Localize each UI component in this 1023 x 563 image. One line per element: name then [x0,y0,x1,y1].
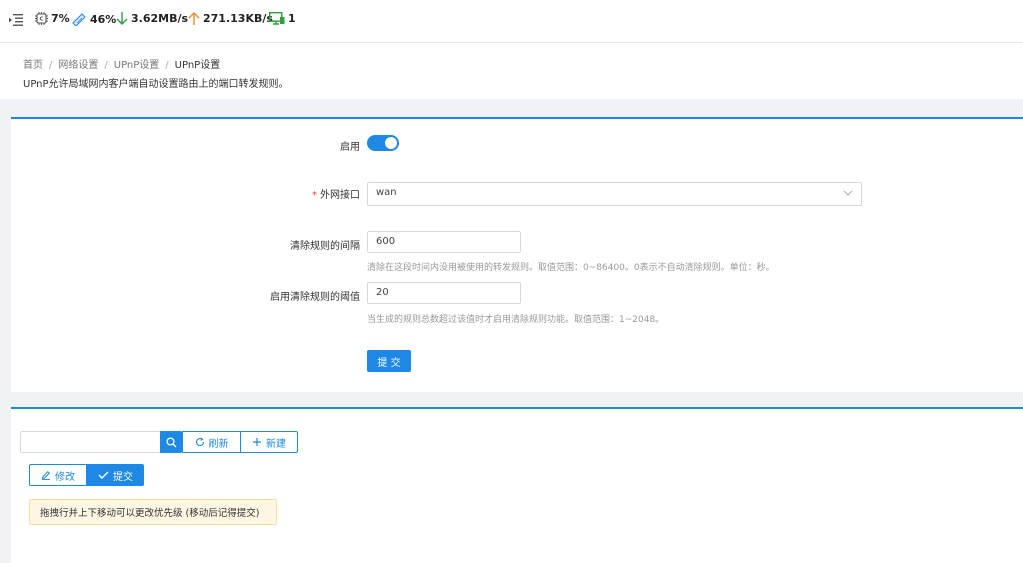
wan-interface-label-text: 外网接口 [320,190,360,201]
cpu-stat: C 7% [35,12,70,25]
search-input[interactable] [20,431,160,453]
breadcrumb-upnp[interactable]: UPnP设置 [114,60,160,71]
edit-icon [41,470,51,480]
cpu-value: 7% [51,12,70,25]
breadcrumb-current: UPnP设置 [174,60,221,71]
wan-interface-value: wan [376,187,397,198]
enable-label: 启用 [340,142,360,153]
plus-icon [253,438,261,446]
edit-label: 修改 [55,471,75,483]
check-icon [98,471,109,479]
submit-button[interactable]: 提 交 [367,350,411,372]
memory-stat: 46% [71,12,116,26]
commit-button[interactable]: 提交 [87,464,144,486]
enable-toggle[interactable] [367,135,399,151]
breadcrumb: 首页 / 网络设置 / UPnP设置 / UPnP设置 [23,60,221,71]
upload-speed: 271.13KB/s [203,12,273,25]
edit-button[interactable]: 修改 [29,464,87,486]
cleanup-threshold-hint: 当生成的规则总数超过该值时才启用清除规则功能。取值范围：1~2048。 [367,315,665,325]
commit-label: 提交 [113,471,133,483]
cleanup-interval-hint: 清除在这段时间内没用被使用的转发规则。取值范围：0~86400。0表示不自动清除… [367,263,775,273]
new-button[interactable]: 新建 [240,431,298,453]
breadcrumb-home[interactable]: 首页 [23,60,43,71]
cleanup-threshold-label: 启用清除规则的阈值 [270,292,360,303]
wan-interface-label: * 外网接口 [312,186,360,201]
breadcrumb-network[interactable]: 网络设置 [58,60,98,71]
new-label: 新建 [266,438,286,450]
cleanup-threshold-input[interactable]: 20 [367,282,521,304]
top-status-bar: C 7% 46% 3.62MB/s 271.13KB/s 1 [0,0,1023,43]
refresh-icon [195,437,204,447]
download-arrow-icon [116,12,128,25]
search-button[interactable] [160,431,182,453]
cpu-icon: C [35,12,48,25]
svg-text:C: C [39,17,43,23]
toggle-knob [385,137,397,149]
download-speed: 3.62MB/s [131,12,189,25]
search-icon [165,436,176,447]
monitor-icon [269,12,285,25]
upnp-rules-panel: 刷新 新建 修改 提交 拖拽行并上下移动可以更改优先级 (移动后记得提交) [11,407,1023,563]
chevron-down-icon [843,190,853,196]
clients-stat: 1 [269,12,296,25]
upload-arrow-icon [188,12,200,25]
cleanup-interval-input[interactable]: 600 [367,231,521,253]
wan-interface-select[interactable]: wan [367,182,862,206]
memory-icon [72,13,86,26]
page-header: 首页 / 网络设置 / UPnP设置 / UPnP设置 UPnP允许局域网内客户端自动设置路… [0,43,1023,99]
refresh-button[interactable]: 刷新 [182,431,241,453]
download-stat: 3.62MB/s [116,12,188,25]
refresh-label: 刷新 [208,438,229,450]
menu-toggle-icon[interactable] [9,14,23,26]
memory-value: 46% [90,12,117,26]
clients-count: 1 [288,12,296,25]
page-description: UPnP允许局域网内客户端自动设置路由上的端口转发规则。 [23,79,289,90]
priority-notice: 拖拽行并上下移动可以更改优先级 (移动后记得提交) [29,499,277,525]
upload-stat: 271.13KB/s [188,12,273,25]
upnp-settings-form: 启用 * 外网接口 wan 清除规则的间隔 600 清除在这段时间内没用被使用的转… [11,117,1023,392]
required-mark: * [312,190,317,201]
cleanup-interval-label: 清除规则的间隔 [290,241,360,252]
